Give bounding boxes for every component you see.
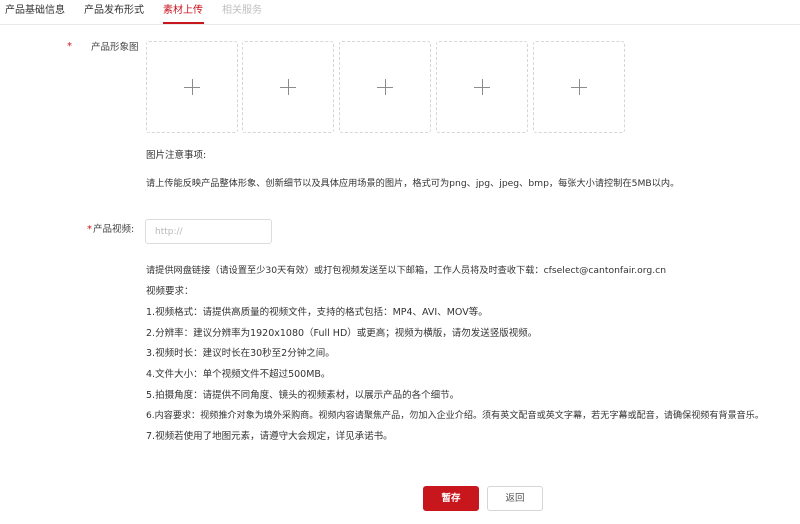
tab-material-upload[interactable]: 素材上传 (163, 4, 203, 18)
plus-icon (377, 79, 393, 95)
product-video-label: 产品视频: (93, 224, 135, 235)
video-requirements-title: 视频要求： (146, 286, 194, 297)
image-upload-slot-4[interactable] (436, 41, 528, 133)
tab-bar: 产品基础信息 产品发布形式 素材上传 相关服务 (0, 0, 800, 25)
video-requirement-item: 5.拍摄角度：请提供不同角度、镜头的视频素材，以展示产品的各个细节。 (146, 390, 460, 401)
required-mark: * (87, 224, 92, 235)
image-notes-text: 请上传能反映产品整体形象、创新细节以及具体应用场景的图片，格式可为png、jpg… (146, 178, 680, 189)
back-button[interactable]: 返回 (487, 486, 543, 511)
plus-icon (280, 79, 296, 95)
image-upload-slot-2[interactable] (242, 41, 334, 133)
plus-icon (184, 79, 200, 95)
image-notes-title: 图片注意事项: (146, 150, 207, 161)
tab-related-services: 相关服务 (222, 5, 262, 16)
product-image-label: 产品形象图 (91, 42, 139, 53)
plus-icon (571, 79, 587, 95)
tab-basic-info[interactable]: 产品基础信息 (5, 4, 65, 18)
required-mark: * (67, 41, 72, 52)
active-tab-indicator (163, 22, 204, 24)
video-requirement-item: 2.分辨率：建议分辨率为1920x1080（Full HD）或更高；视频为横版，… (146, 328, 538, 339)
image-upload-slot-1[interactable] (146, 41, 238, 133)
video-requirement-item: 3.视频时长：建议时长在30秒至2分钟之间。 (146, 348, 335, 359)
video-requirement-item: 1.视频格式：请提供高质量的视频文件，支持的格式包括：MP4、AVI、MOV等。 (146, 307, 488, 318)
video-requirement-item: 6.内容要求：视频推介对象为境外采购商。视频内容请聚焦产品，勿加入企业介绍。须有… (146, 411, 764, 421)
tab-publish-form[interactable]: 产品发布形式 (84, 4, 144, 18)
video-url-input[interactable] (145, 219, 272, 244)
save-draft-button[interactable]: 暂存 (423, 486, 479, 511)
plus-icon (474, 79, 490, 95)
image-upload-slot-3[interactable] (339, 41, 431, 133)
image-upload-slot-5[interactable] (533, 41, 625, 133)
video-intro-text: 请提供网盘链接（请设置至少30天有效）或打包视频发送至以下邮箱，工作人员将及时查… (146, 265, 667, 276)
video-requirement-item: 4.文件大小：单个视频文件不超过500MB。 (146, 369, 331, 380)
video-requirement-item: 7.视频若使用了地图元素，请遵守大会规定，详见承诺书。 (146, 431, 393, 442)
